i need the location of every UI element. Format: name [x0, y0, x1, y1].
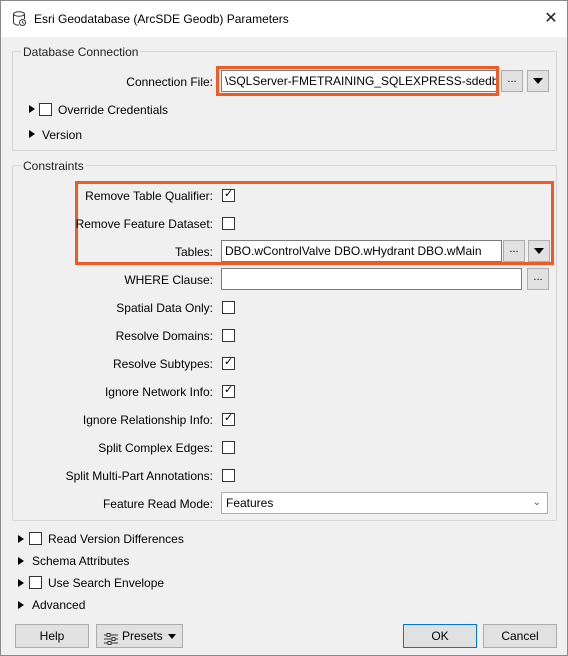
database-icon: [12, 11, 26, 27]
split-complex-edges-checkbox[interactable]: [222, 441, 235, 454]
checkmark-icon: ✓: [224, 188, 234, 200]
tables-browse-button[interactable]: ...: [503, 240, 525, 262]
remove-feature-dataset-checkbox[interactable]: [222, 217, 235, 230]
version-label[interactable]: Version: [42, 128, 82, 142]
expand-arrow-icon[interactable]: [29, 105, 35, 113]
remove-table-qualifier-label: Remove Table Qualifier:: [85, 189, 213, 203]
constraints-group-label: Constraints: [21, 159, 86, 173]
resolve-domains-label: Resolve Domains:: [115, 329, 213, 343]
close-icon[interactable]: ✕: [541, 9, 561, 29]
read-version-differences-checkbox[interactable]: [29, 532, 42, 545]
tables-label: Tables:: [174, 245, 213, 259]
where-clause-label: WHERE Clause:: [124, 273, 213, 287]
use-search-envelope-checkbox[interactable]: [29, 576, 42, 589]
tables-input[interactable]: DBO.wControlValve DBO.wHydrant DBO.wMain: [221, 240, 502, 262]
sliders-icon: [104, 630, 118, 645]
expand-arrow-icon[interactable]: [18, 557, 24, 565]
help-button[interactable]: Help: [15, 624, 89, 648]
spatial-data-only-checkbox[interactable]: [222, 301, 235, 314]
ignore-relationship-info-label: Ignore Relationship Info:: [82, 413, 213, 427]
schema-attributes-label[interactable]: Schema Attributes: [32, 554, 129, 568]
split-complex-edges-label: Split Complex Edges:: [98, 441, 213, 455]
presets-label: Presets: [122, 629, 163, 643]
expand-arrow-icon[interactable]: [18, 579, 24, 587]
remove-table-qualifier-checkbox[interactable]: ✓: [222, 188, 235, 202]
feature-read-mode-select[interactable]: Features ⌄: [221, 492, 548, 514]
spatial-data-only-label: Spatial Data Only:: [116, 301, 213, 315]
read-version-differences-label: Read Version Differences: [48, 532, 184, 546]
resolve-subtypes-checkbox[interactable]: ✓: [222, 356, 235, 370]
chevron-down-icon: [168, 634, 176, 639]
dialog-window: Esri Geodatabase (ArcSDE Geodb) Paramete…: [0, 0, 568, 656]
use-search-envelope-label: Use Search Envelope: [48, 576, 165, 590]
where-clause-browse-button[interactable]: ...: [527, 268, 549, 290]
cancel-button[interactable]: Cancel: [483, 624, 557, 648]
ignore-relationship-info-checkbox[interactable]: ✓: [222, 412, 235, 426]
override-credentials-checkbox[interactable]: [39, 103, 52, 116]
split-multipart-annotations-label: Split Multi-Part Annotations:: [65, 469, 213, 483]
connection-file-browse-button[interactable]: ...: [501, 70, 523, 92]
ignore-network-info-label: Ignore Network Info:: [104, 385, 213, 399]
resolve-domains-checkbox[interactable]: [222, 329, 235, 342]
chevron-down-icon: ⌄: [532, 497, 541, 508]
advanced-label[interactable]: Advanced: [32, 598, 85, 612]
connection-file-label: Connection File:: [126, 75, 213, 89]
expand-arrow-icon[interactable]: [18, 601, 24, 609]
split-multipart-annotations-checkbox[interactable]: [222, 469, 235, 482]
database-connection-group-label: Database Connection: [21, 45, 141, 59]
override-credentials-label: Override Credentials: [58, 103, 169, 117]
ignore-network-info-checkbox[interactable]: ✓: [222, 384, 235, 398]
checkmark-icon: ✓: [224, 356, 234, 368]
expand-arrow-icon[interactable]: [29, 130, 35, 138]
where-clause-input[interactable]: [221, 268, 522, 290]
tables-dropdown-button[interactable]: [528, 240, 550, 262]
chevron-down-icon: [533, 78, 543, 84]
resolve-subtypes-label: Resolve Subtypes:: [112, 357, 213, 371]
presets-button[interactable]: Presets: [96, 624, 183, 648]
connection-file-dropdown-button[interactable]: [527, 70, 549, 92]
window-title: Esri Geodatabase (ArcSDE Geodb) Paramete…: [34, 12, 289, 26]
ok-button[interactable]: OK: [403, 624, 477, 648]
title-bar: Esri Geodatabase (ArcSDE Geodb) Paramete…: [1, 1, 567, 37]
expand-arrow-icon[interactable]: [18, 535, 24, 543]
feature-read-mode-label: Feature Read Mode:: [102, 497, 213, 511]
chevron-down-icon: [534, 248, 544, 254]
checkmark-icon: ✓: [224, 412, 234, 424]
feature-read-mode-value: Features: [226, 496, 274, 510]
checkmark-icon: ✓: [224, 384, 234, 396]
remove-feature-dataset-label: Remove Feature Dataset:: [75, 217, 213, 231]
connection-file-highlight: [216, 66, 499, 96]
